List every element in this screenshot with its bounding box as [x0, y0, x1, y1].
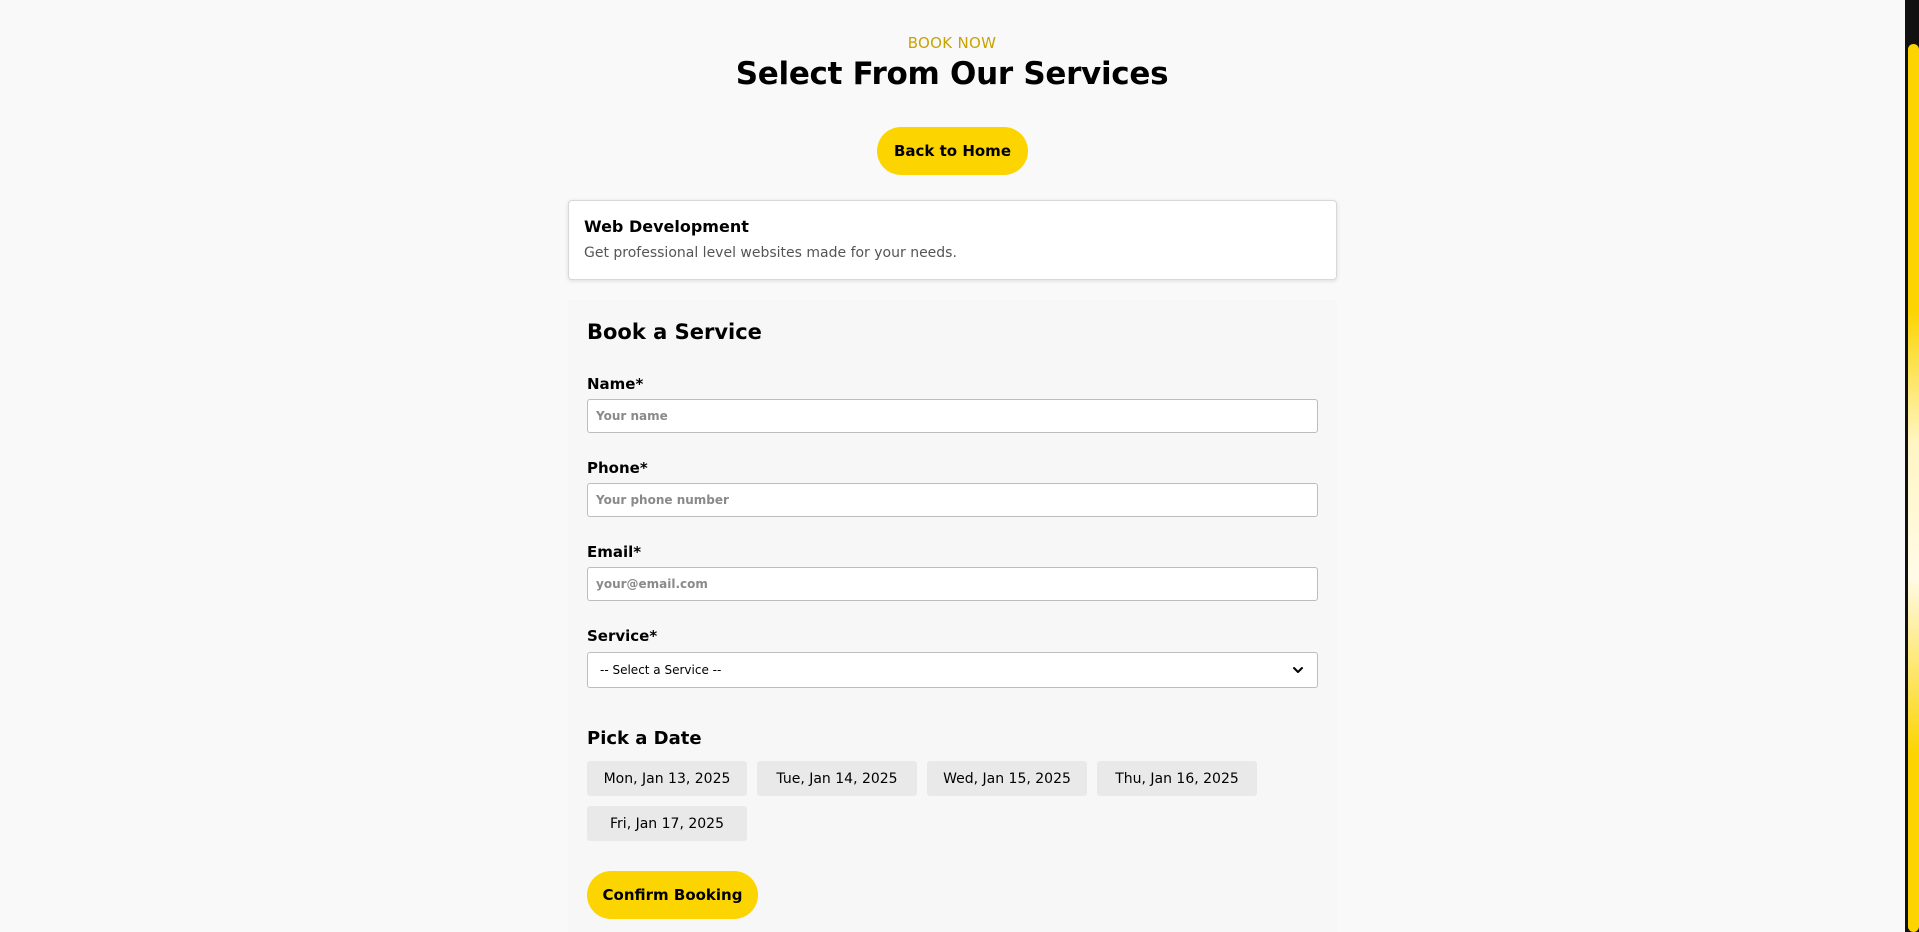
- phone-input[interactable]: [587, 483, 1318, 517]
- service-label: Service*: [587, 627, 658, 645]
- date-option[interactable]: Mon, Jan 13, 2025: [587, 761, 747, 796]
- date-option[interactable]: Thu, Jan 16, 2025: [1097, 761, 1257, 796]
- page-title: Select From Our Services: [735, 56, 1169, 92]
- back-to-home-button[interactable]: Back to Home: [877, 127, 1028, 175]
- chevron-down-icon: [1293, 667, 1303, 673]
- booking-page: BOOK NOW Select From Our Services Back t…: [0, 0, 1919, 932]
- email-input[interactable]: [587, 567, 1318, 601]
- service-card[interactable]: Web Development Get professional level w…: [568, 200, 1337, 280]
- service-select[interactable]: -- Select a Service --: [587, 652, 1318, 688]
- date-option[interactable]: Fri, Jan 17, 2025: [587, 806, 747, 841]
- form-title: Book a Service: [587, 320, 762, 344]
- service-card-title: Web Development: [584, 217, 749, 236]
- email-label: Email*: [587, 543, 642, 561]
- phone-label: Phone*: [587, 459, 648, 477]
- service-card-description: Get professional level websites made for…: [584, 245, 957, 261]
- name-input[interactable]: [587, 399, 1318, 433]
- date-option[interactable]: Tue, Jan 14, 2025: [757, 761, 917, 796]
- pick-date-heading: Pick a Date: [587, 728, 702, 749]
- scrollbar-thumb[interactable]: [1908, 44, 1919, 932]
- scrollbar[interactable]: [1905, 0, 1919, 932]
- confirm-booking-button[interactable]: Confirm Booking: [587, 871, 758, 919]
- eyebrow-label: BOOK NOW: [907, 34, 997, 52]
- name-label: Name*: [587, 375, 644, 393]
- service-select-value: -- Select a Service --: [600, 663, 722, 677]
- date-option[interactable]: Wed, Jan 15, 2025: [927, 761, 1087, 796]
